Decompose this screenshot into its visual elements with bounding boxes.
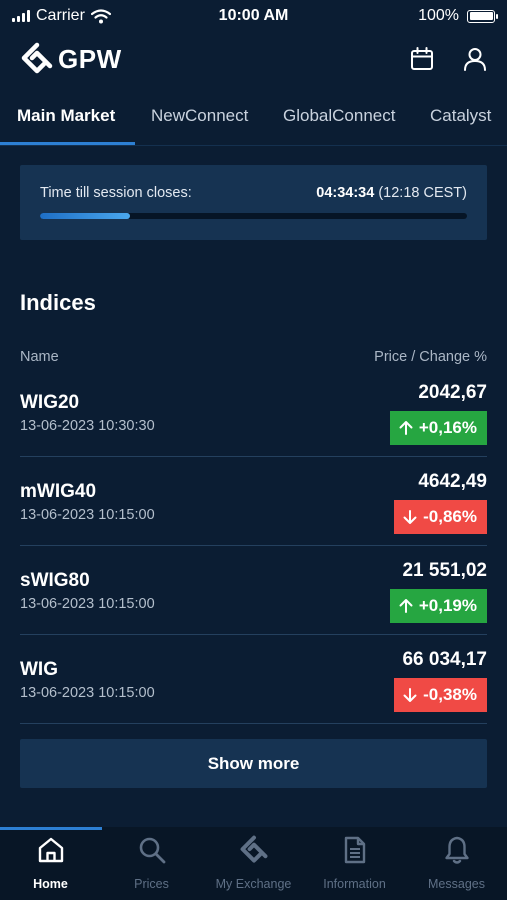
arrow-down-icon xyxy=(403,510,417,524)
change-value: -0,86% xyxy=(423,507,477,526)
index-row-mwig40[interactable]: mWIG40 13-06-2023 10:15:00 4642,49 -0,86… xyxy=(20,457,487,546)
index-row-swig80[interactable]: sWIG80 13-06-2023 10:15:00 21 551,02 +0,… xyxy=(20,546,487,635)
indices-list: WIG20 13-06-2023 10:30:30 2042,67 +0,16%… xyxy=(20,368,487,724)
gpw-logo[interactable]: GPW xyxy=(20,42,122,76)
calendar-button[interactable] xyxy=(407,44,437,74)
change-value: +0,16% xyxy=(418,418,477,437)
arrow-down-icon xyxy=(403,688,417,702)
market-tabs: Main Market NewConnect GlobalConnect Cat… xyxy=(0,98,507,146)
gpw-logo-icon xyxy=(240,835,267,863)
user-icon xyxy=(464,48,486,71)
nav-label: Messages xyxy=(428,877,485,891)
bell-icon xyxy=(444,836,469,864)
index-name: mWIG40 xyxy=(20,481,97,502)
index-name: WIG20 xyxy=(20,392,80,413)
session-label: Time till session closes: xyxy=(40,185,192,201)
index-name: sWIG80 xyxy=(20,570,90,591)
nav-label: Home xyxy=(33,877,68,891)
calendar-icon xyxy=(411,47,433,70)
session-time: 04:34:34 (12:18 CEST) xyxy=(316,185,467,201)
status-bar: Carrier 10:00 AM 100% xyxy=(0,0,507,34)
change-value: +0,19% xyxy=(418,596,477,615)
signal-icon xyxy=(12,10,30,22)
column-header-price: Price / Change % xyxy=(374,349,487,365)
nav-prices[interactable]: Prices xyxy=(101,827,202,900)
index-datetime: 13-06-2023 10:15:00 xyxy=(20,596,155,612)
nav-label: Information xyxy=(323,877,386,891)
session-progress-bar xyxy=(40,213,467,219)
index-datetime: 13-06-2023 10:15:00 xyxy=(20,507,155,523)
change-badge: +0,16% xyxy=(389,411,487,445)
change-badge: -0,86% xyxy=(394,500,487,534)
change-badge: +0,19% xyxy=(389,589,487,623)
index-price: 2042,67 xyxy=(418,382,487,403)
change-badge: -0,38% xyxy=(394,678,487,712)
nav-label: Prices xyxy=(134,877,169,891)
index-datetime: 13-06-2023 10:15:00 xyxy=(20,685,155,701)
logo-text: GPW xyxy=(58,43,122,74)
nav-home[interactable]: Home xyxy=(0,827,101,900)
battery-percent: 100% xyxy=(418,7,459,24)
carrier-label: Carrier xyxy=(36,7,85,24)
section-title: Indices xyxy=(20,290,96,315)
arrow-up-icon xyxy=(399,599,413,613)
index-price: 66 034,17 xyxy=(402,649,487,670)
gpw-logo-icon xyxy=(21,42,53,74)
nav-label: My Exchange xyxy=(215,877,292,891)
document-icon xyxy=(344,836,365,864)
nav-information[interactable]: Information xyxy=(304,827,405,900)
column-header-name: Name xyxy=(20,349,59,365)
bottom-nav: Home Prices My Exchange Information Mess… xyxy=(0,827,507,900)
tabs-divider xyxy=(0,145,507,146)
account-button[interactable] xyxy=(460,44,490,74)
session-close-time: (12:18 CEST) xyxy=(378,185,467,201)
session-card: Time till session closes: 04:34:34 (12:1… xyxy=(20,165,487,240)
app-header: GPW xyxy=(0,34,507,88)
status-right: 100% xyxy=(418,7,498,25)
battery-icon xyxy=(467,9,498,23)
index-datetime: 13-06-2023 10:30:30 xyxy=(20,418,155,434)
index-row-wig[interactable]: WIG 13-06-2023 10:15:00 66 034,17 -0,38% xyxy=(20,635,487,724)
index-name: WIG xyxy=(20,659,58,680)
index-price: 4642,49 xyxy=(418,471,487,492)
home-icon xyxy=(38,837,63,863)
tab-catalyst[interactable]: Catalyst xyxy=(430,106,491,126)
tab-main-market[interactable]: Main Market xyxy=(17,106,115,126)
index-price: 21 551,02 xyxy=(402,560,487,581)
session-progress-fill xyxy=(40,213,130,219)
tab-globalconnect[interactable]: GlobalConnect xyxy=(283,106,395,126)
session-countdown: 04:34:34 xyxy=(316,185,375,201)
nav-messages[interactable]: Messages xyxy=(406,827,507,900)
status-left: Carrier xyxy=(12,7,111,25)
tab-newconnect[interactable]: NewConnect xyxy=(151,106,248,126)
change-value: -0,38% xyxy=(423,685,477,704)
index-row-wig20[interactable]: WIG20 13-06-2023 10:30:30 2042,67 +0,16% xyxy=(20,368,487,457)
search-icon xyxy=(139,837,165,864)
arrow-up-icon xyxy=(399,421,413,435)
wifi-icon xyxy=(90,8,111,23)
nav-my-exchange[interactable]: My Exchange xyxy=(203,827,304,900)
show-more-button[interactable]: Show more xyxy=(20,739,487,788)
